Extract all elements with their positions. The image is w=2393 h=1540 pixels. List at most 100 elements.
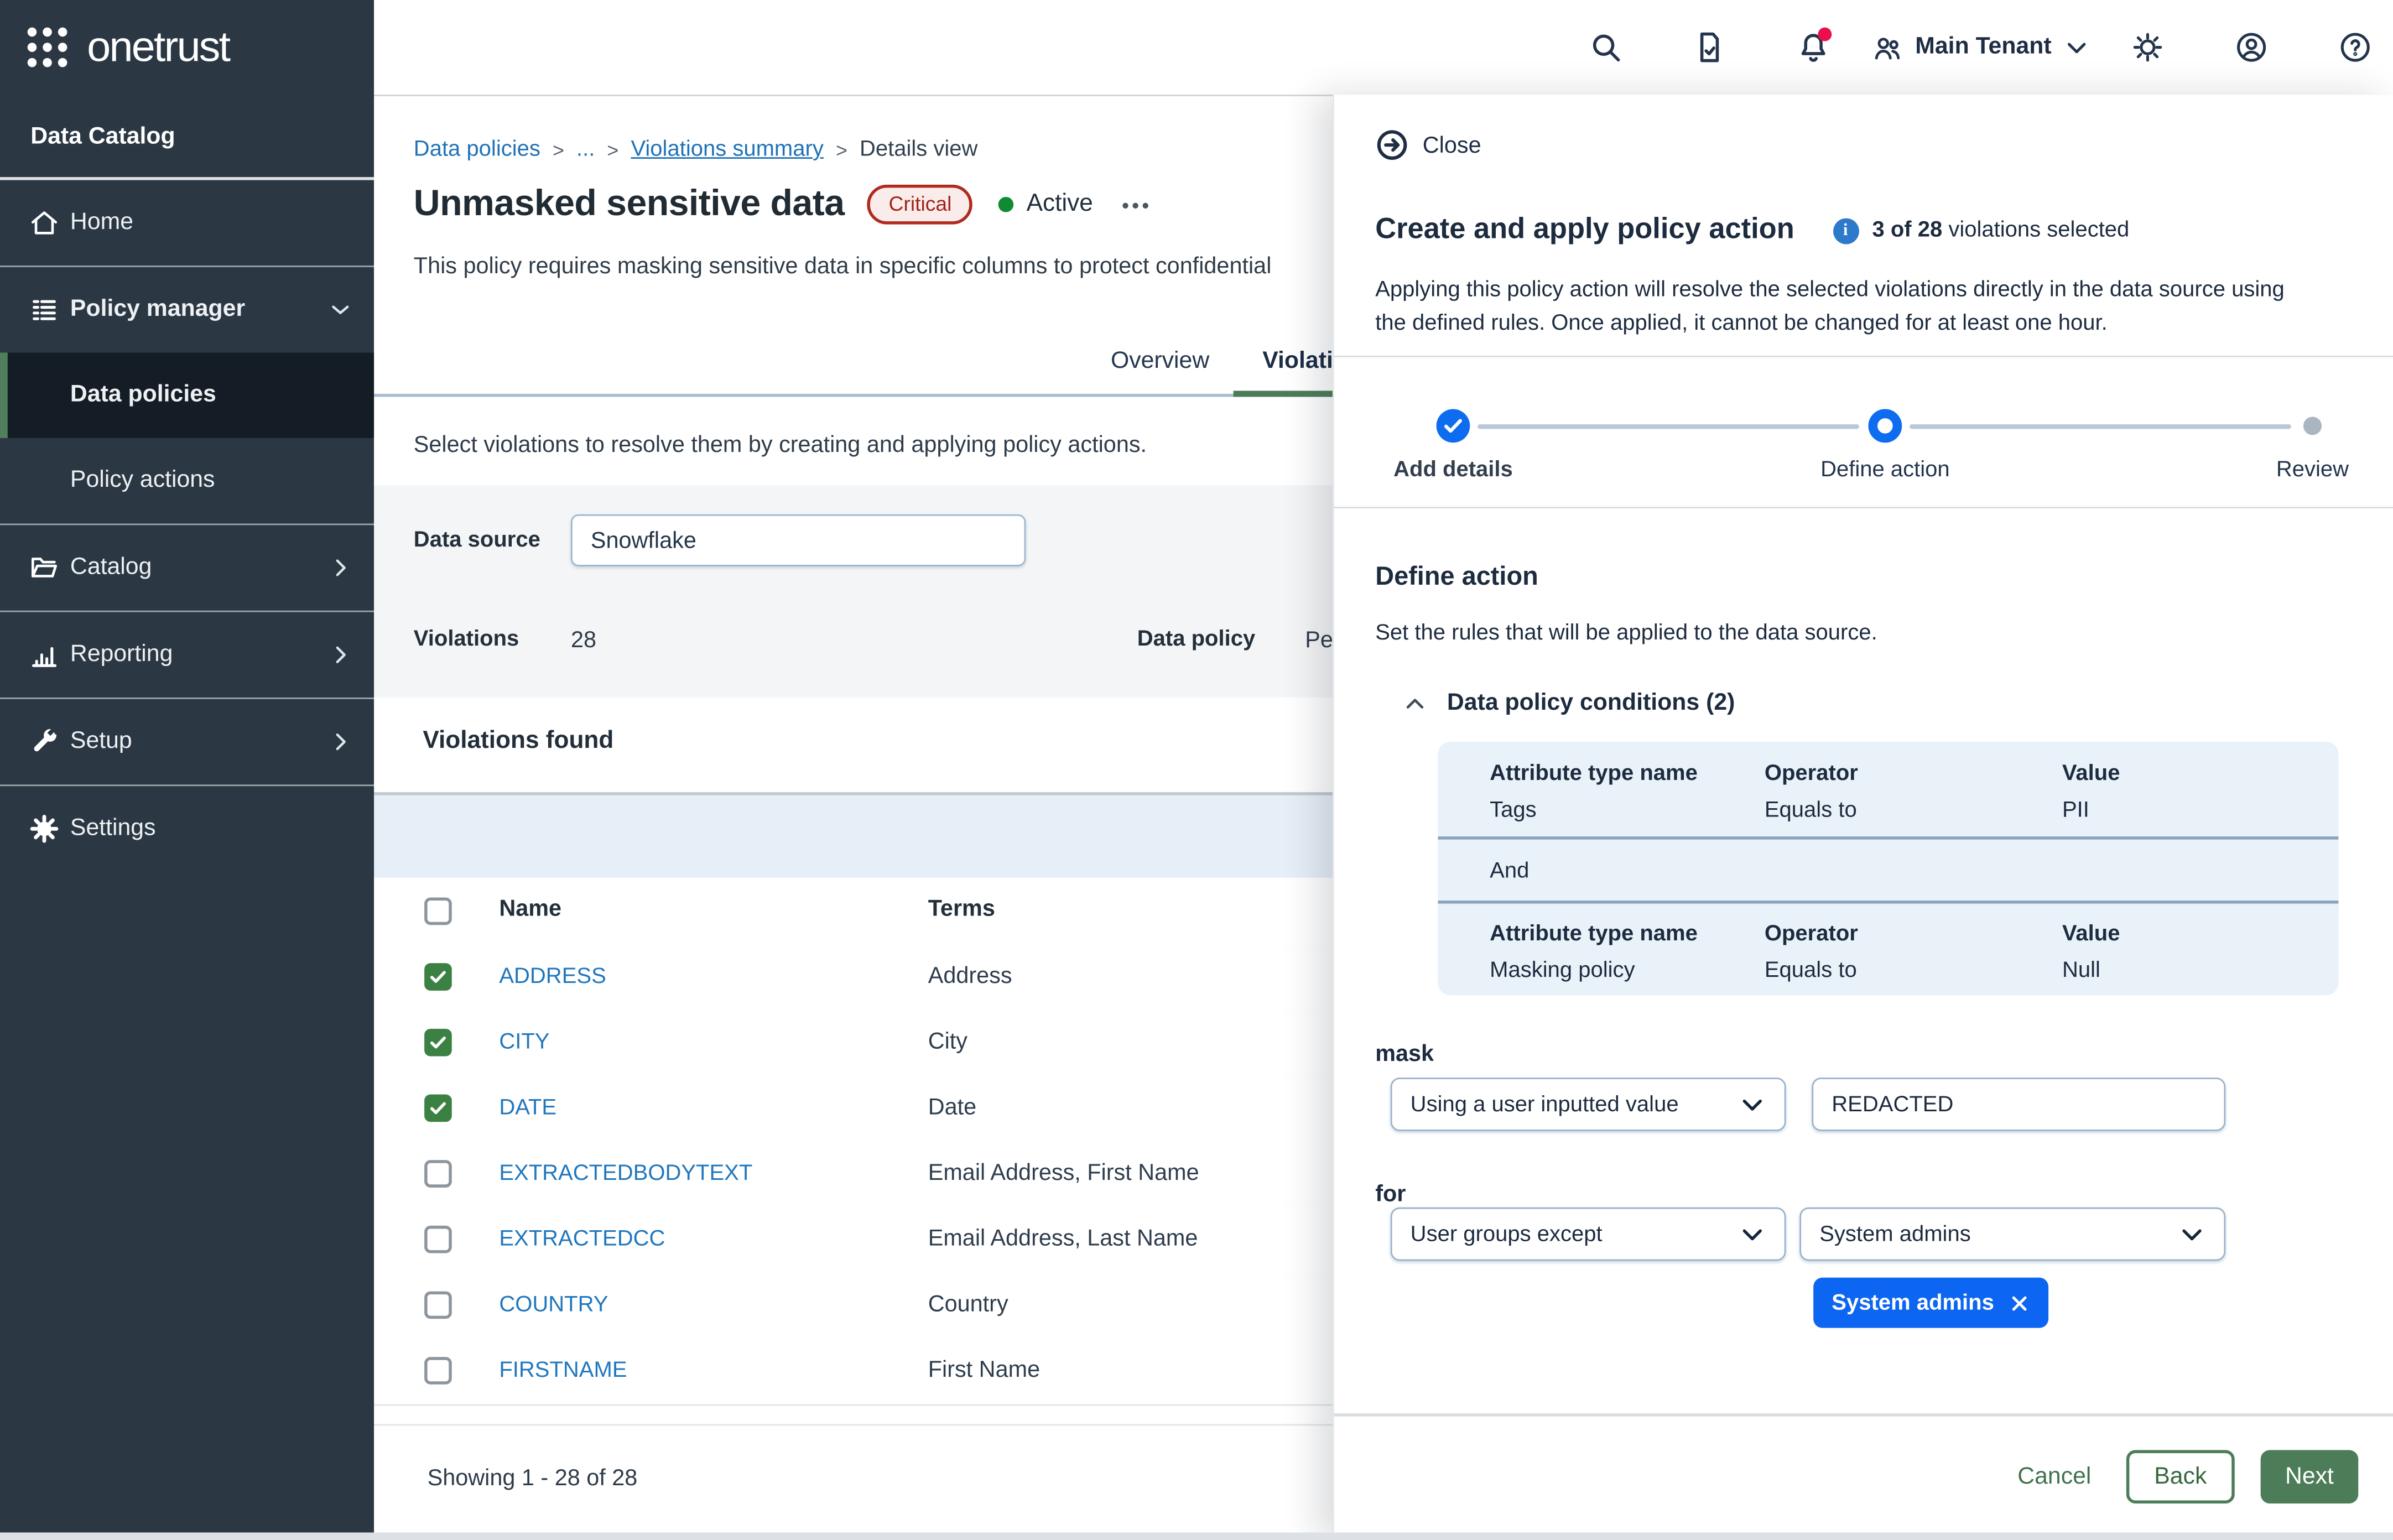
sidebar-item-catalog[interactable]: Catalog xyxy=(0,525,374,612)
chevron-down-icon xyxy=(2178,1220,2206,1248)
data-policy-label: Data policy xyxy=(1137,627,1255,652)
row-checkbox[interactable] xyxy=(424,1160,452,1188)
window-bottom-strip xyxy=(0,1532,2393,1540)
chevron-right-icon xyxy=(328,730,352,754)
step-connector xyxy=(1478,424,1859,429)
chevron-up-icon xyxy=(1403,691,1427,716)
back-button[interactable]: Back xyxy=(2126,1450,2235,1503)
brand-logo[interactable]: onetrust xyxy=(28,26,230,69)
row-name-link[interactable]: EXTRACTEDCC xyxy=(499,1227,665,1252)
sidebar-item-policy-manager[interactable]: Policy manager xyxy=(0,267,374,353)
account-icon[interactable] xyxy=(2235,30,2269,64)
conditions-box: Attribute type name Operator Value Tags … xyxy=(1438,742,2338,995)
more-actions-button[interactable]: ••• xyxy=(1122,193,1152,216)
conditions-toggle[interactable]: Data policy conditions (2) xyxy=(1403,690,1735,717)
sidebar-item-data-policies[interactable]: Data policies xyxy=(0,352,374,438)
breadcrumb-ellipsis[interactable]: ... xyxy=(576,137,595,162)
product-name: Data Catalog xyxy=(30,124,175,152)
pagination-summary: Showing 1 - 28 of 28 xyxy=(428,1465,638,1491)
step-connector xyxy=(1910,424,2291,429)
chevron-down-icon xyxy=(328,298,352,322)
row-name-link[interactable]: EXTRACTEDBODYTEXT xyxy=(499,1162,752,1186)
row-checkbox[interactable] xyxy=(424,1291,452,1319)
close-arrow-icon xyxy=(1375,128,1409,162)
selection-info: 3 of 28 violations selected xyxy=(1872,218,2129,243)
help-icon[interactable] xyxy=(2338,30,2372,64)
reporting-icon xyxy=(29,639,59,670)
select-violations-hint: Select violations to resolve them by cre… xyxy=(414,432,1147,458)
row-checkbox[interactable] xyxy=(424,1029,452,1057)
row-name-link[interactable]: DATE xyxy=(499,1096,556,1120)
cond-attribute-value: Tags xyxy=(1490,798,1537,823)
severity-badge: Critical xyxy=(867,185,973,225)
conditions-title: Data policy conditions (2) xyxy=(1447,690,1735,717)
breadcrumb-current: Details view xyxy=(860,137,977,162)
breadcrumb-violations-summary[interactable]: Violations summary xyxy=(631,137,823,162)
for-method-select[interactable]: User groups except xyxy=(1391,1208,1786,1261)
global-settings-icon[interactable] xyxy=(2131,30,2165,64)
row-name-link[interactable]: ADDRESS xyxy=(499,965,606,989)
sidebar-item-settings[interactable]: Settings xyxy=(0,786,374,872)
sidebar-item-home[interactable]: Home xyxy=(0,180,374,267)
tenant-people-icon xyxy=(1871,32,1903,64)
cond-operator-value: Equals to xyxy=(1765,959,1857,983)
step-label-define-action[interactable]: Define action xyxy=(1820,458,1950,482)
chevron-right-icon xyxy=(328,643,352,667)
settings-icon xyxy=(29,814,59,844)
remove-chip-icon[interactable] xyxy=(2009,1292,2031,1314)
next-button[interactable]: Next xyxy=(2261,1450,2359,1503)
row-terms: City xyxy=(928,1029,967,1055)
policy-action-panel: Close Create and apply policy action i 3… xyxy=(1333,95,2393,1540)
breadcrumb: Data policies > ... > Violations summary… xyxy=(414,137,978,162)
sidebar-item-reporting[interactable]: Reporting xyxy=(0,612,374,699)
close-label: Close xyxy=(1423,132,1481,158)
cond-value-value: PII xyxy=(2062,798,2089,823)
cond-header-value: Value xyxy=(2062,762,2120,786)
step-label-add-details[interactable]: Add details xyxy=(1393,458,1513,482)
data-source-label: Data source xyxy=(414,528,540,553)
sidebar-item-policy-actions[interactable]: Policy actions xyxy=(0,438,374,525)
row-name-link[interactable]: CITY xyxy=(499,1031,549,1055)
row-checkbox[interactable] xyxy=(424,1357,452,1385)
row-checkbox[interactable] xyxy=(424,1094,452,1122)
stepper: Add details Define action Review xyxy=(1334,394,2393,501)
sidebar-nav: Home Policy manager Data policies Policy… xyxy=(0,180,374,872)
for-label: for xyxy=(1375,1182,1406,1208)
home-icon xyxy=(29,207,59,238)
mask-value-input[interactable]: REDACTED xyxy=(1812,1078,2225,1131)
close-panel-button[interactable]: Close xyxy=(1375,128,1481,162)
row-checkbox[interactable] xyxy=(424,1226,452,1253)
topbar: Main Tenant xyxy=(374,0,2393,96)
mask-value-text: REDACTED xyxy=(1832,1092,1953,1116)
mask-method-select[interactable]: Using a user inputted value xyxy=(1391,1078,1786,1131)
sidebar: onetrust Data Catalog Home Policy manage… xyxy=(0,0,374,1540)
selected-group-chip[interactable]: System admins xyxy=(1813,1278,2049,1328)
info-icon: i xyxy=(1833,217,1859,243)
row-name-link[interactable]: FIRSTNAME xyxy=(499,1359,627,1383)
select-all-checkbox[interactable] xyxy=(424,898,452,925)
data-source-input[interactable]: Snowflake xyxy=(571,514,1026,566)
breadcrumb-data-policies[interactable]: Data policies xyxy=(414,137,540,162)
panel-title: Create and apply policy action xyxy=(1375,214,1794,247)
search-icon[interactable] xyxy=(1589,30,1622,64)
cond-operator-value: Equals to xyxy=(1765,798,1857,823)
page-title: Unmasked sensitive data xyxy=(414,183,845,226)
define-action-subheading: Set the rules that will be applied to th… xyxy=(1375,621,1877,646)
breadcrumb-separator: > xyxy=(553,138,564,161)
document-check-icon[interactable] xyxy=(1692,30,1726,64)
column-header-name[interactable]: Name xyxy=(499,896,561,922)
tenant-label: Main Tenant xyxy=(1915,34,2051,61)
tab-overview[interactable]: Overview xyxy=(1091,330,1229,394)
cond-joiner: And xyxy=(1490,860,1529,884)
sidebar-item-setup[interactable]: Setup xyxy=(0,699,374,786)
tenant-switcher[interactable]: Main Tenant xyxy=(1871,32,2089,64)
column-header-terms[interactable]: Terms xyxy=(928,896,995,922)
step-label-review[interactable]: Review xyxy=(2276,458,2349,482)
cancel-button[interactable]: Cancel xyxy=(2009,1450,2100,1503)
row-name-link[interactable]: COUNTRY xyxy=(499,1293,608,1317)
row-checkbox[interactable] xyxy=(424,963,452,991)
app-window: onetrust Data Catalog Home Policy manage… xyxy=(0,0,2393,1540)
cond-header-operator: Operator xyxy=(1765,762,1858,786)
for-value-select[interactable]: System admins xyxy=(1799,1208,2225,1261)
notifications-icon[interactable] xyxy=(1796,30,1830,64)
